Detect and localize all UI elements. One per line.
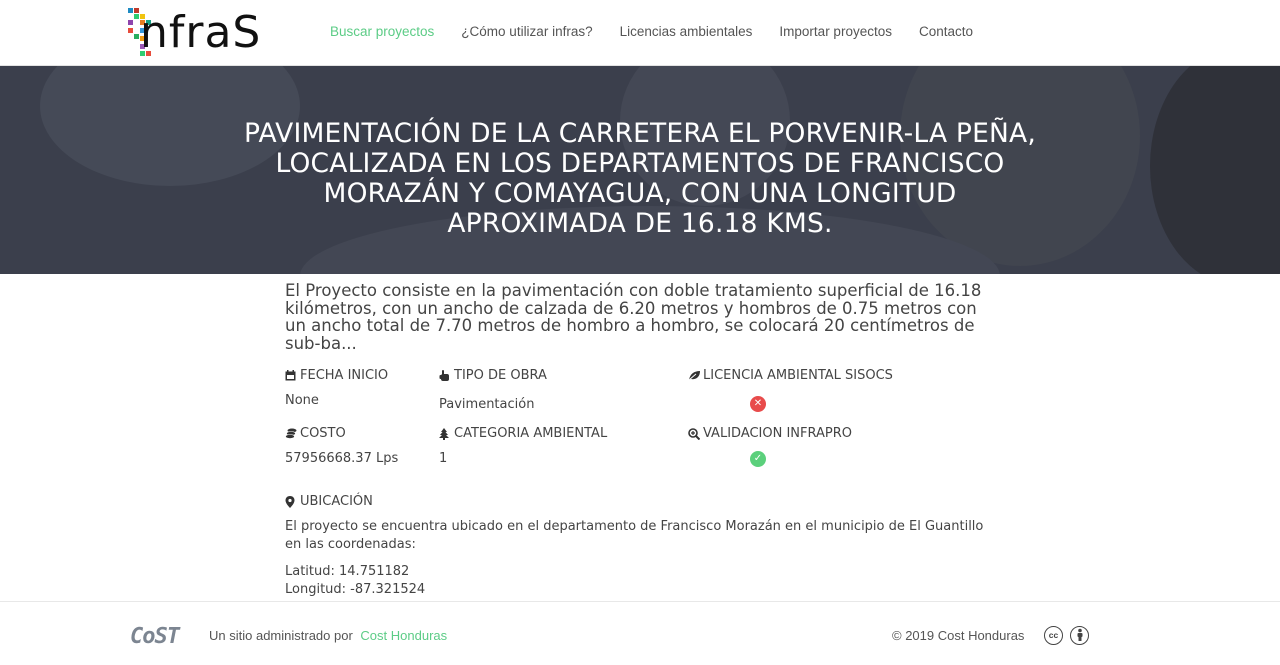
- categoria-label: CATEGORIA AMBIENTAL: [439, 426, 607, 441]
- tree-icon: [439, 428, 450, 440]
- leaf-icon: [688, 370, 700, 381]
- cost-logo[interactable]: CoST: [130, 624, 180, 649]
- validacion-label: VALIDACION INFRAPRO: [688, 426, 852, 441]
- nav-licencias-ambientales[interactable]: Licencias ambientales: [620, 22, 753, 42]
- licencia-status-x-icon: ✕: [750, 396, 766, 412]
- project-title: PAVIMENTACIÓN DE LA CARRETERA EL PORVENI…: [244, 118, 1036, 239]
- validacion-status-check-icon: ✓: [750, 451, 766, 467]
- nav-contacto[interactable]: Contacto: [919, 22, 973, 42]
- licencia-label: LICENCIA AMBIENTAL SISOCS: [688, 368, 893, 383]
- site-header: nfraS Buscar proyectos ¿Cómo utilizar in…: [0, 0, 1280, 66]
- coins-icon: [285, 428, 297, 439]
- project-description: El Proyecto consiste en la pavimentación…: [285, 281, 982, 353]
- nav-importar-proyectos[interactable]: Importar proyectos: [779, 22, 892, 42]
- hero-banner: PAVIMENTACIÓN DE LA CARRETERA EL PORVENI…: [0, 66, 1280, 274]
- admin-text: Un sitio administrado por Cost Honduras: [209, 628, 448, 643]
- ubicacion-text: El proyecto se encuentra ubicado en el d…: [285, 519, 984, 552]
- creative-commons-icon[interactable]: cc: [1044, 626, 1063, 645]
- logo-wordmark: nfraS: [140, 7, 262, 58]
- latitud-value: Latitud: 14.751182: [285, 564, 410, 579]
- infras-logo[interactable]: nfraS: [126, 6, 302, 60]
- tipo-obra-label: TIPO DE OBRA: [439, 368, 547, 383]
- attribution-icon[interactable]: [1070, 626, 1089, 645]
- calendar-icon: [285, 370, 296, 381]
- longitud-value: Longitud: -87.321524: [285, 582, 426, 597]
- site-footer: CoST Un sitio administrado por Cost Hond…: [0, 601, 1280, 665]
- nav-como-utilizar[interactable]: ¿Cómo utilizar infras?: [461, 22, 592, 42]
- tipo-obra-value: Pavimentación: [439, 397, 535, 412]
- main-nav: Buscar proyectos ¿Cómo utilizar infras? …: [330, 22, 973, 42]
- ubicacion-label: UBICACIÓN: [285, 494, 373, 509]
- nav-buscar-proyectos[interactable]: Buscar proyectos: [330, 22, 434, 42]
- project-description-block: El Proyecto consiste en la pavimentación…: [285, 282, 985, 352]
- search-plus-icon: [688, 428, 701, 441]
- costo-value: 57956668.37 Lps: [285, 451, 399, 466]
- pointing-hand-icon: [439, 370, 450, 381]
- map-marker-icon: [285, 496, 296, 508]
- copyright-text: © 2019 Cost Honduras: [892, 628, 1025, 643]
- costo-label: COSTO: [285, 426, 346, 441]
- cost-honduras-link[interactable]: Cost Honduras: [360, 628, 447, 643]
- categoria-value: 1: [439, 451, 448, 466]
- fecha-inicio-label: FECHA INICIO: [285, 368, 388, 383]
- fecha-inicio-value: None: [285, 393, 319, 408]
